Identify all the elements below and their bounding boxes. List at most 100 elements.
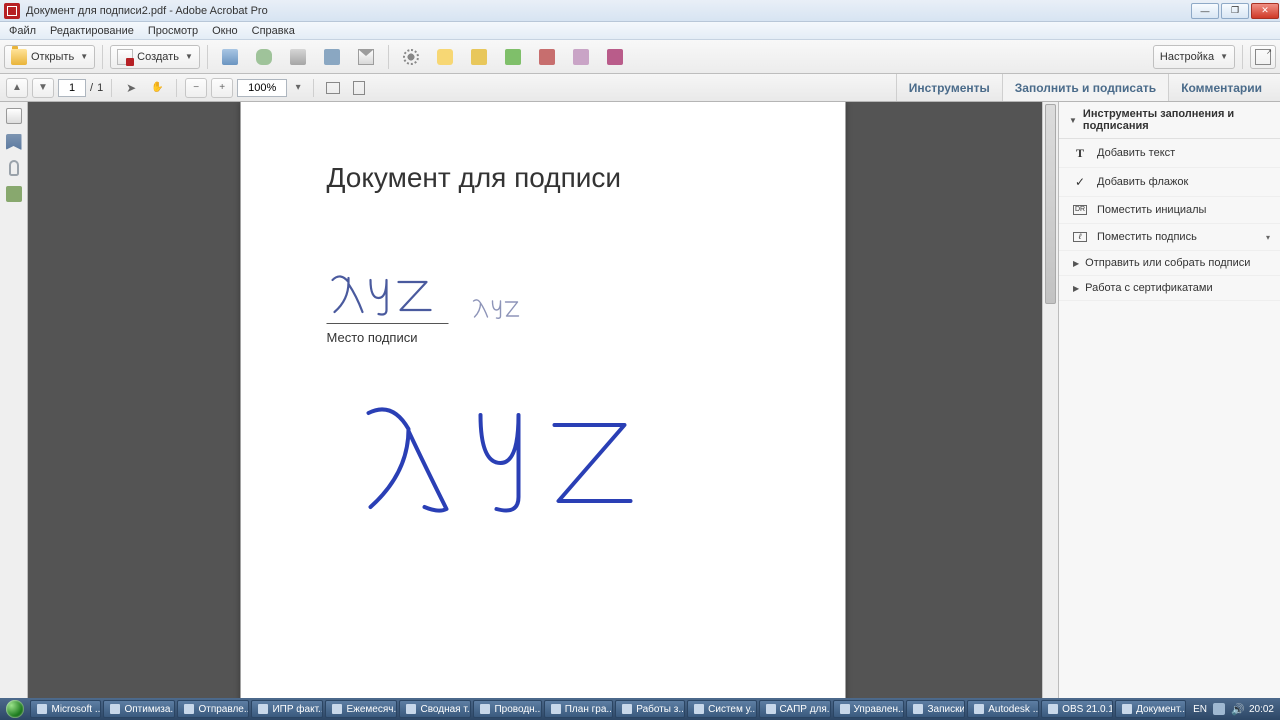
window-close-button[interactable]: ✕: [1251, 3, 1279, 19]
tool-place-signature[interactable]: ℓ Поместить подпись ▾: [1059, 224, 1280, 251]
window-minimize-button[interactable]: —: [1191, 3, 1219, 19]
highlight-icon: [437, 49, 453, 65]
taskbar-app-icon: [1048, 704, 1058, 714]
sign-icon: [607, 49, 623, 65]
taskbar-app-icon: [258, 704, 268, 714]
share-button[interactable]: [498, 45, 528, 69]
page-down-button[interactable]: ▼: [32, 78, 54, 98]
fit-page-button[interactable]: [348, 78, 370, 98]
signature-large[interactable]: [355, 401, 760, 526]
taskbar-item[interactable]: Записки: [906, 700, 965, 718]
page-up-button[interactable]: ▲: [6, 78, 28, 98]
share-icon: [505, 49, 521, 65]
open-button[interactable]: Открыть ▼: [4, 45, 95, 69]
taskbar-item[interactable]: Проводн...: [473, 700, 541, 718]
panel-section-fill-sign-tools[interactable]: ▼ Инструменты заполнения и подписания: [1059, 102, 1280, 139]
taskbar-item[interactable]: Документ...: [1115, 700, 1186, 718]
hand-tool-button[interactable]: ✋: [146, 78, 168, 98]
tool-add-text[interactable]: T Добавить текст: [1059, 139, 1280, 168]
cloud-button[interactable]: [249, 45, 279, 69]
edit-button[interactable]: [317, 45, 347, 69]
attachments-icon[interactable]: [9, 160, 19, 176]
taskbar-item[interactable]: ИПР факт...: [251, 700, 323, 718]
taskbar-item[interactable]: Управлен...: [833, 700, 905, 718]
hand-icon: ✋: [151, 82, 163, 93]
system-tray: EN 🔊 20:02: [1187, 703, 1280, 715]
taskbar-item[interactable]: Сводная т...: [399, 700, 471, 718]
taskbar-item[interactable]: OBS 21.0.1...: [1041, 700, 1113, 718]
tool-place-initials[interactable]: DR Поместить инициалы: [1059, 197, 1280, 224]
highlight-button[interactable]: [430, 45, 460, 69]
document-title: Документ для подписи: [327, 162, 760, 194]
language-indicator[interactable]: EN: [1193, 704, 1207, 715]
taskbar-app-icon: [406, 704, 416, 714]
chevron-down-icon: ▼: [1220, 52, 1228, 61]
fit-width-button[interactable]: [322, 78, 344, 98]
taskbar-app-icon: [622, 704, 632, 714]
panel-section-certificates[interactable]: ▶ Работа с сертификатами: [1059, 276, 1280, 301]
bookmark-icon[interactable]: [6, 134, 22, 150]
taskbar-item-label: OBS 21.0.1...: [1062, 704, 1113, 715]
tool-add-checkmark[interactable]: ✓ Добавить флажок: [1059, 168, 1280, 197]
vertical-scrollbar[interactable]: [1042, 102, 1058, 698]
left-nav-rail: [0, 102, 28, 698]
zoom-out-button[interactable]: −: [185, 78, 207, 98]
panel-section-send-collect[interactable]: ▶ Отправить или собрать подписи: [1059, 251, 1280, 276]
mail-icon: [358, 49, 374, 65]
settings-button[interactable]: [396, 45, 426, 69]
taskbar-item-label: ИПР факт...: [272, 704, 323, 715]
taskbar-item[interactable]: План гра...: [544, 700, 614, 718]
menu-view[interactable]: Просмотр: [141, 24, 205, 38]
customize-button[interactable]: Настройка ▼: [1153, 45, 1235, 69]
taskbar-item-label: Ежемесяч...: [346, 704, 397, 715]
taskbar-item[interactable]: Работы з...: [615, 700, 685, 718]
tab-tools[interactable]: Инструменты: [896, 74, 1002, 101]
select-tool-button[interactable]: ➤: [120, 78, 142, 98]
thumbnails-icon[interactable]: [6, 108, 22, 124]
signature-initials[interactable]: [471, 297, 521, 324]
note-button[interactable]: [464, 45, 494, 69]
menu-help[interactable]: Справка: [245, 24, 302, 38]
taskbar-item[interactable]: Отправле...: [177, 700, 249, 718]
taskbar-app-icon: [480, 704, 490, 714]
mail-button[interactable]: [351, 45, 381, 69]
tab-comments[interactable]: Комментарии: [1168, 74, 1274, 101]
taskbar-item-label: Проводн...: [494, 704, 541, 715]
taskbar-item[interactable]: Систем у...: [687, 700, 756, 718]
save-button[interactable]: [215, 45, 245, 69]
stamp-button[interactable]: [532, 45, 562, 69]
taskbar-item-label: Сводная т...: [420, 704, 471, 715]
menu-window[interactable]: Окно: [205, 24, 245, 38]
menu-edit[interactable]: Редактирование: [43, 24, 141, 38]
zoom-input[interactable]: [237, 79, 287, 97]
volume-icon[interactable]: 🔊: [1231, 703, 1243, 715]
tab-fill-sign[interactable]: Заполнить и подписать: [1002, 74, 1168, 101]
menu-file[interactable]: Файл: [2, 24, 43, 38]
tray-icon[interactable]: [1213, 703, 1225, 715]
print-button[interactable]: [283, 45, 313, 69]
zoom-dropdown[interactable]: ▾: [291, 78, 305, 98]
taskbar-item[interactable]: САПР для...: [759, 700, 831, 718]
note-icon: [471, 49, 487, 65]
document-viewport[interactable]: Документ для подписи: [28, 102, 1058, 698]
taskbar-item[interactable]: Ежемесяч...: [325, 700, 397, 718]
page-number-input[interactable]: [58, 79, 86, 97]
sign-button[interactable]: [600, 45, 630, 69]
taskbar-item[interactable]: Microsoft ...: [30, 700, 101, 718]
scrollbar-thumb[interactable]: [1045, 104, 1056, 304]
clock[interactable]: 20:02: [1249, 704, 1274, 715]
taskbar-item[interactable]: Autodesk ...: [967, 700, 1039, 718]
taskbar-item[interactable]: Оптимиза...: [103, 700, 175, 718]
cloud-icon: [256, 49, 272, 65]
zoom-in-button[interactable]: +: [211, 78, 233, 98]
menubar: Файл Редактирование Просмотр Окно Справк…: [0, 22, 1280, 40]
chevron-down-icon: ▾: [1266, 233, 1270, 242]
caret-down-icon: ▼: [1069, 116, 1077, 125]
fullscreen-button[interactable]: ↗: [1250, 45, 1276, 69]
create-button[interactable]: Создать ▼: [110, 45, 200, 69]
signature-field[interactable]: [327, 270, 449, 324]
window-maximize-button[interactable]: ❐: [1221, 3, 1249, 19]
form-button[interactable]: [566, 45, 596, 69]
signatures-icon[interactable]: [6, 186, 22, 202]
start-button[interactable]: [0, 698, 29, 720]
